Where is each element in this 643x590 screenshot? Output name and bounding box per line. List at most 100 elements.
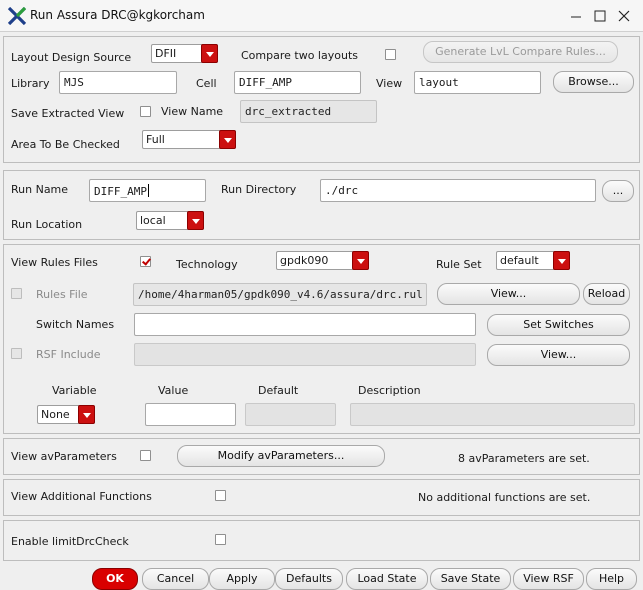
defaults-label: Defaults	[286, 572, 332, 585]
chevron-down-icon	[553, 251, 570, 270]
run-name-label: Run Name	[11, 183, 69, 196]
cell-field[interactable]: DIFF_AMP	[234, 71, 361, 94]
rsf-view-label: View...	[540, 348, 577, 361]
reload-label: Reload	[587, 287, 626, 300]
run-location-select[interactable]: local	[136, 211, 204, 230]
run-name-value: DIFF_AMP	[94, 185, 147, 198]
save-state-label: Save State	[440, 572, 501, 585]
dialog-button-bar: OK Cancel Apply Defaults Load State Save…	[0, 566, 643, 590]
view-name-field: drc_extracted	[240, 100, 377, 123]
compare-layouts-checkbox[interactable]	[385, 49, 396, 60]
help-button[interactable]: Help	[586, 568, 637, 590]
rule-set-value: default	[500, 254, 539, 267]
rsf-include-field	[134, 343, 476, 366]
design-source-value: DFII	[155, 47, 177, 60]
defaults-button[interactable]: Defaults	[275, 568, 343, 590]
rules-file-checkbox[interactable]	[11, 288, 22, 299]
save-state-button[interactable]: Save State	[430, 568, 511, 590]
save-extracted-checkbox[interactable]	[140, 106, 151, 117]
rules-view-button[interactable]: View...	[437, 283, 580, 305]
description-header: Description	[358, 384, 421, 397]
variable-value-field[interactable]	[145, 403, 236, 426]
limit-drc-check-panel: Enable limitDrcCheck	[3, 520, 640, 561]
rule-set-label: Rule Set	[436, 258, 482, 271]
window-title: Run Assura DRC@kgkorcham	[30, 8, 205, 22]
chevron-down-icon	[219, 130, 236, 149]
maximize-icon[interactable]	[590, 6, 610, 26]
view-avparameters-label: View avParameters	[11, 450, 117, 463]
generate-lvl-rules-label: Generate LvL Compare Rules...	[435, 45, 606, 58]
switch-names-field[interactable]	[134, 313, 476, 336]
rules-file-label: Rules File	[36, 288, 88, 301]
reload-button[interactable]: Reload	[583, 283, 630, 305]
chevron-down-icon	[78, 405, 95, 424]
title-bar: Run Assura DRC@kgkorcham	[0, 0, 643, 32]
enable-limit-drc-check-checkbox[interactable]	[215, 534, 226, 545]
set-switches-button[interactable]: Set Switches	[487, 314, 630, 336]
view-rules-files-checkbox[interactable]	[140, 256, 151, 267]
text-cursor	[147, 184, 149, 197]
rule-set-select[interactable]: default	[496, 251, 570, 270]
modify-avparameters-button[interactable]: Modify avParameters...	[177, 445, 385, 467]
close-icon[interactable]	[614, 6, 634, 26]
ok-label: OK	[106, 572, 124, 585]
variable-default-field	[245, 403, 336, 426]
cancel-label: Cancel	[156, 572, 195, 585]
save-extracted-label: Save Extracted View	[11, 107, 125, 120]
cancel-button[interactable]: Cancel	[142, 568, 209, 590]
generate-lvl-rules-button[interactable]: Generate LvL Compare Rules...	[423, 41, 618, 63]
view-avparameters-checkbox[interactable]	[140, 450, 151, 461]
chevron-down-icon	[187, 211, 204, 230]
view-additional-functions-checkbox[interactable]	[215, 490, 226, 501]
library-field[interactable]: MJS	[59, 71, 177, 94]
view-field[interactable]: layout	[414, 71, 541, 94]
avparameters-panel: View avParameters Modify avParameters...…	[3, 438, 640, 475]
rsf-include-checkbox[interactable]	[11, 348, 22, 359]
additional-functions-panel: View Additional Functions No additional …	[3, 479, 640, 516]
chevron-down-icon	[201, 44, 218, 63]
run-panel: Run Name DIFF_AMP Run Directory ./drc ..…	[3, 170, 640, 240]
load-state-label: Load State	[357, 572, 417, 585]
modify-avparameters-label: Modify avParameters...	[217, 449, 345, 462]
run-directory-browse-button[interactable]: ...	[602, 180, 634, 202]
view-label: View	[376, 77, 403, 90]
view-rules-files-label: View Rules Files	[11, 256, 98, 269]
variable-description-field	[350, 403, 635, 426]
view-additional-functions-label: View Additional Functions	[11, 490, 152, 503]
view-name-label: View Name	[161, 105, 224, 118]
technology-label: Technology	[176, 258, 238, 271]
view-rsf-button[interactable]: View RSF	[513, 568, 584, 590]
additional-functions-status: No additional functions are set.	[418, 491, 591, 504]
ok-button[interactable]: OK	[92, 568, 138, 590]
variable-select[interactable]: None	[37, 405, 95, 424]
browse-label: Browse...	[568, 75, 619, 88]
chevron-down-icon	[352, 251, 369, 270]
help-label: Help	[598, 572, 625, 585]
run-location-value: local	[140, 214, 166, 227]
default-header: Default	[258, 384, 299, 397]
run-directory-field[interactable]: ./drc	[320, 179, 596, 202]
technology-value: gpdk090	[280, 254, 329, 267]
minimize-icon[interactable]	[566, 6, 586, 26]
design-source-select[interactable]: DFII	[151, 44, 218, 63]
layout-panel: Layout Design Source DFII Compare two la…	[3, 36, 640, 163]
view-rsf-label: View RSF	[523, 572, 574, 585]
run-name-field[interactable]: DIFF_AMP	[89, 179, 206, 202]
run-location-label: Run Location	[11, 218, 83, 231]
compare-layouts-label: Compare two layouts	[241, 49, 358, 62]
apply-button[interactable]: Apply	[209, 568, 275, 590]
area-checked-label: Area To Be Checked	[11, 138, 120, 151]
browse-button[interactable]: Browse...	[553, 71, 634, 93]
rsf-include-label: RSF Include	[36, 348, 101, 361]
variable-header: Variable	[52, 384, 97, 397]
value-header: Value	[158, 384, 189, 397]
area-checked-select[interactable]: Full	[142, 130, 236, 149]
variable-value: None	[41, 408, 70, 421]
cell-label: Cell	[196, 77, 217, 90]
set-switches-label: Set Switches	[523, 318, 594, 331]
design-source-label: Layout Design Source	[11, 51, 132, 64]
technology-select[interactable]: gpdk090	[276, 251, 369, 270]
load-state-button[interactable]: Load State	[346, 568, 428, 590]
area-checked-value: Full	[146, 133, 165, 146]
rsf-view-button[interactable]: View...	[487, 344, 630, 366]
